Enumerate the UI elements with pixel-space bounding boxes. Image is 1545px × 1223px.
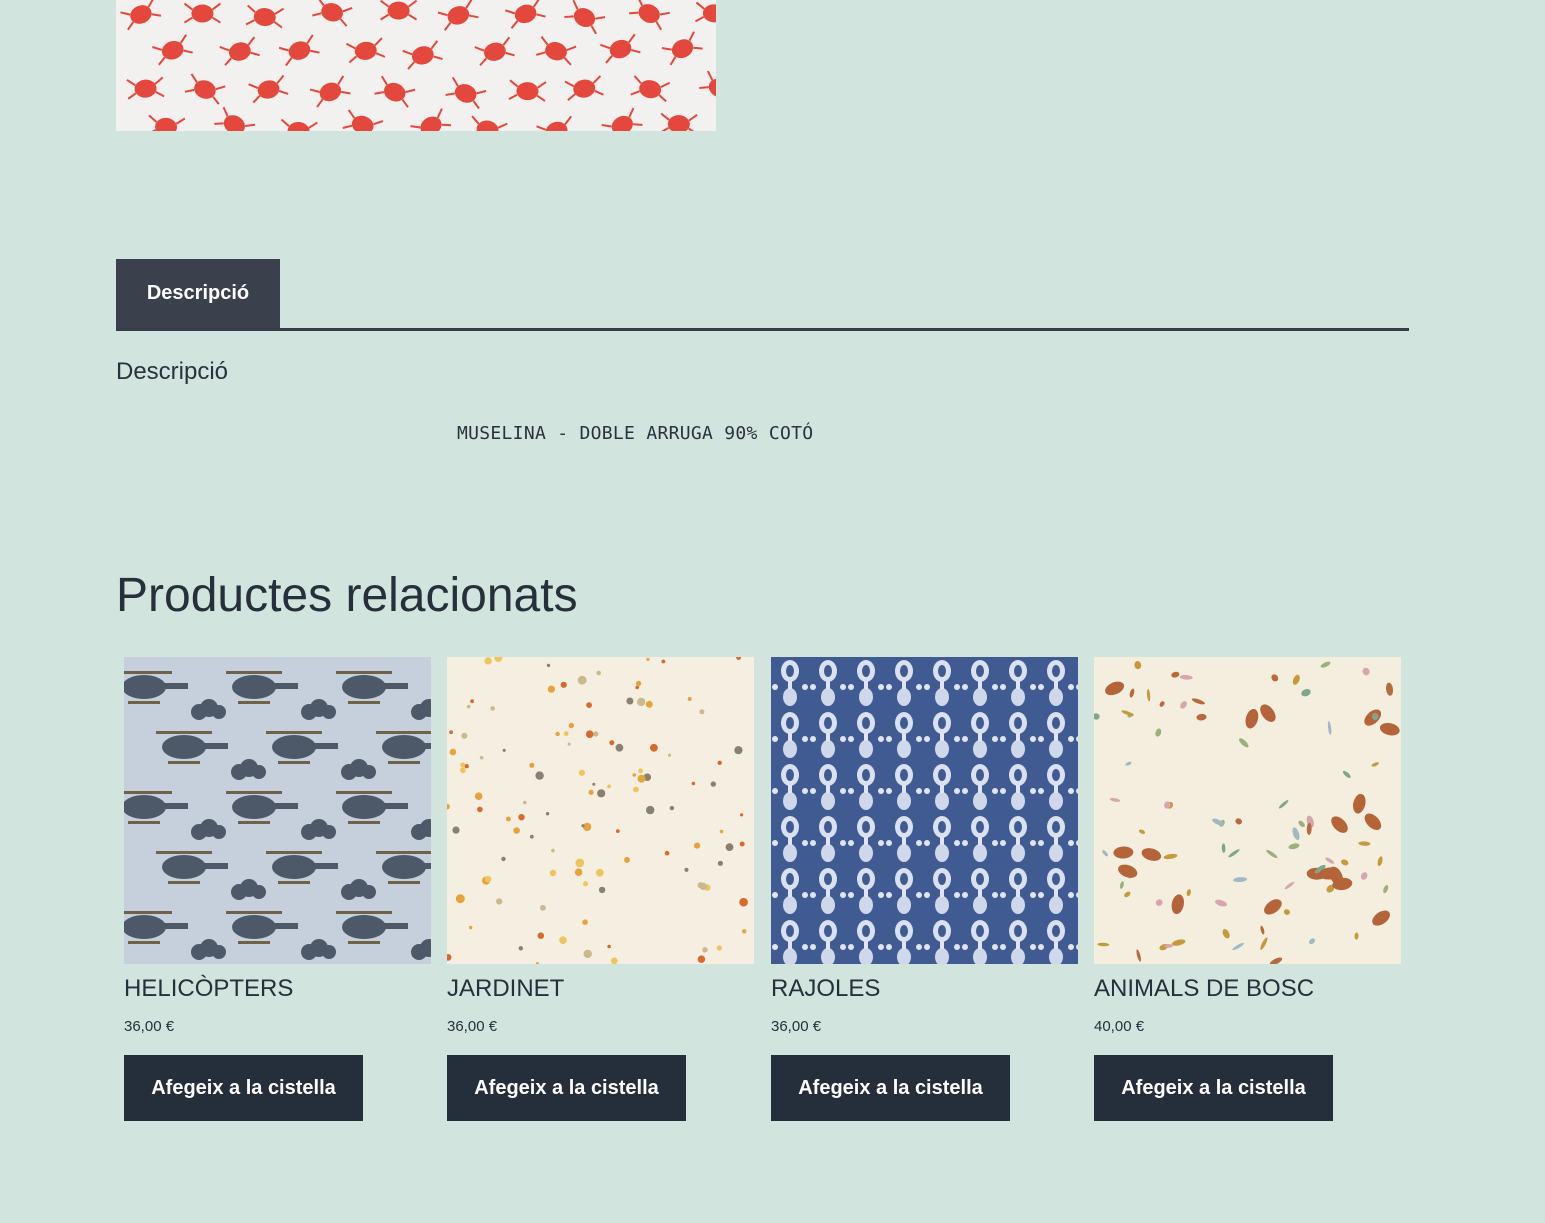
add-to-cart-button[interactable]: Afegeix a la cistella [447,1055,686,1121]
product-price: 36,00 € [124,1018,175,1035]
forest-animals-fabric-image [1094,657,1401,964]
product-image-link[interactable] [1094,657,1401,964]
tiles-fabric-image [771,657,1078,964]
product-card: ANIMALS DE BOSC 40,00 € Afegeix a la cis… [1094,657,1401,1121]
product-title[interactable]: RAJOLES [771,975,880,1003]
product-title[interactable]: JARDINET [447,975,564,1003]
crab-pattern-image [116,0,716,131]
product-image-link[interactable] [771,657,1078,964]
product-image-link[interactable] [124,657,431,964]
add-to-cart-button[interactable]: Afegeix a la cistella [124,1055,363,1121]
product-title[interactable]: HELICÒPTERS [124,975,293,1003]
floral-fabric-image [447,657,754,964]
tab-description[interactable]: Descripció [116,259,280,328]
product-card: HELICÒPTERS 36,00 € Afegeix a la cistell… [124,657,431,1121]
product-price: 40,00 € [1094,1018,1145,1035]
description-heading: Descripció [116,358,229,385]
product-card: JARDINET 36,00 € Afegeix a la cistella [447,657,754,1121]
related-products-heading: Productes relacionats [116,569,578,622]
product-price: 36,00 € [771,1018,822,1035]
product-title[interactable]: ANIMALS DE BOSC [1094,975,1314,1003]
add-to-cart-button[interactable]: Afegeix a la cistella [771,1055,1010,1121]
add-to-cart-button[interactable]: Afegeix a la cistella [1094,1055,1333,1121]
product-price: 36,00 € [447,1018,498,1035]
product-tabs: Descripció [116,259,1409,331]
helicopters-fabric-image [124,657,431,964]
product-image-link[interactable] [447,657,754,964]
description-text: MUSELINA - DOBLE ARRUGA 90% COTÓ [457,423,814,444]
product-main-image[interactable] [116,0,716,131]
product-card: RAJOLES 36,00 € Afegeix a la cistella [771,657,1078,1121]
